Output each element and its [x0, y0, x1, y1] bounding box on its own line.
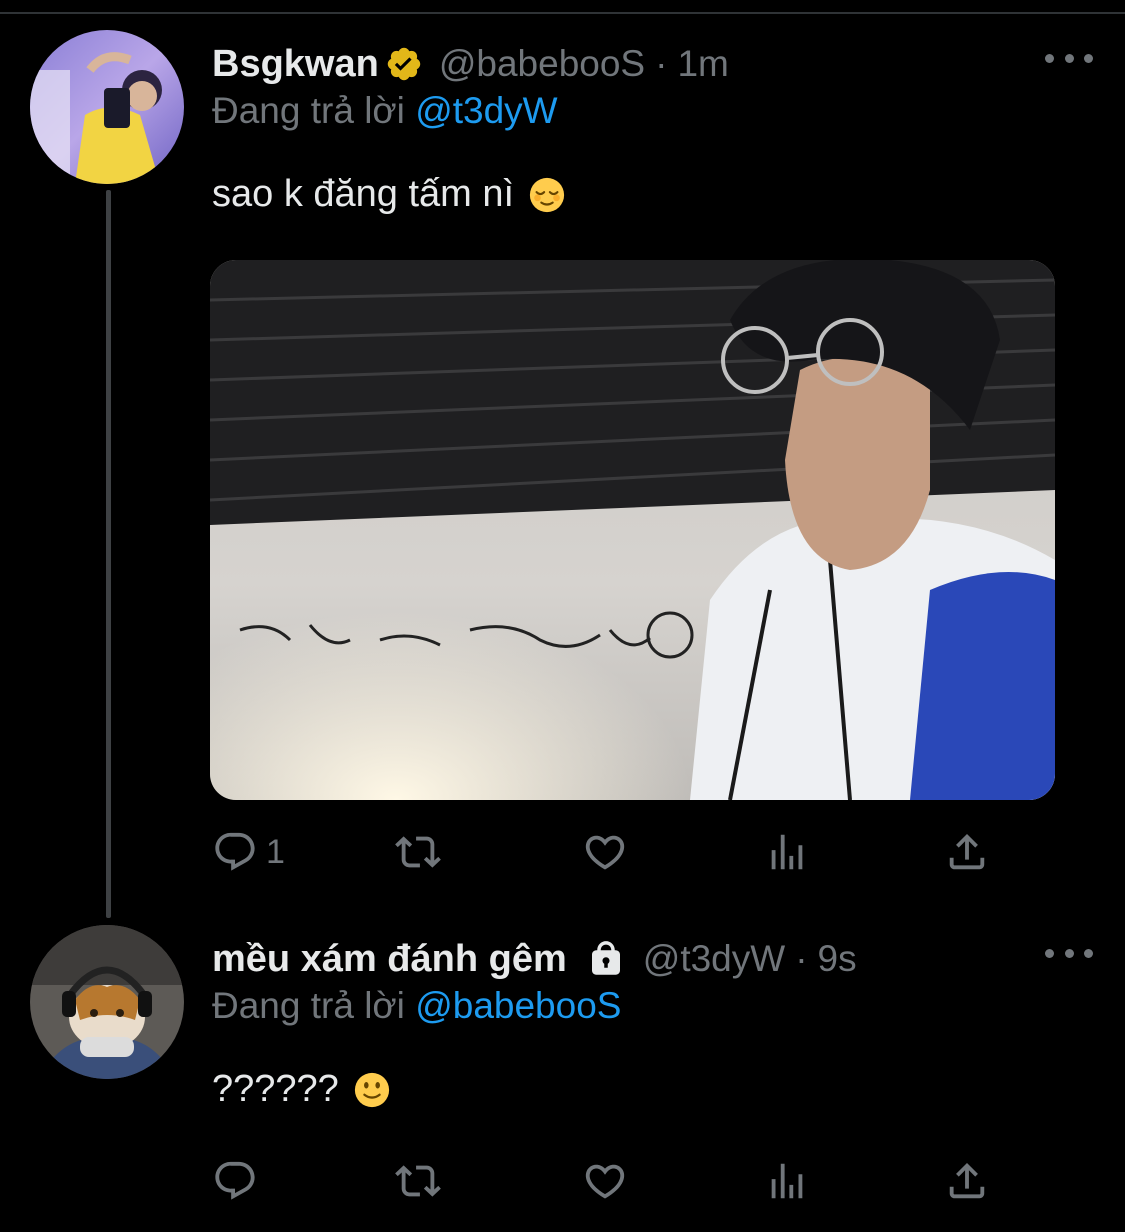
tweet-media-photo[interactable] [210, 260, 1055, 800]
like-button[interactable] [582, 828, 628, 876]
top-divider [0, 12, 1125, 14]
display-name[interactable]: mều xám đánh gêm [212, 938, 567, 981]
more-icon[interactable] [1045, 943, 1093, 963]
separator: · [795, 938, 808, 979]
views-icon [771, 834, 803, 870]
share-icon [949, 1162, 985, 1199]
tweet-header: mều xám đánh gêm @t3dyW · 9s [212, 933, 857, 985]
tweet-text-content: ?????? [212, 1068, 339, 1110]
display-name[interactable]: Bsgkwan [212, 43, 379, 86]
timestamp[interactable]: 1m [677, 43, 728, 85]
tweet-header: Bsgkwan @babebooS · 1m [212, 38, 729, 90]
more-icon[interactable] [1045, 48, 1093, 68]
share-button[interactable] [944, 828, 990, 876]
tweet-2[interactable]: mều xám đánh gêm @t3dyW · 9s Đang trả lờ… [0, 925, 1125, 1225]
reply-icon [215, 832, 255, 871]
tweet-text-content: sao k đăng tấm nì [212, 173, 515, 215]
timestamp[interactable]: 9s [818, 938, 857, 980]
tweet-text: ?????? [212, 1068, 391, 1111]
avatar-image [30, 30, 184, 184]
views-icon [771, 1163, 803, 1199]
reply-context: Đang trả lời @babebooS [212, 985, 621, 1027]
like-icon [585, 835, 625, 870]
avatar[interactable] [30, 30, 184, 184]
tweet-text: sao k đăng tấm nì [212, 173, 566, 216]
handle[interactable]: @babebooS [439, 43, 645, 85]
separator: · [655, 43, 668, 84]
reply-button[interactable]: 1 [212, 828, 285, 876]
action-bar: 1 [212, 828, 1012, 876]
relieved-face-emoji [528, 176, 566, 214]
handle[interactable]: @t3dyW [643, 938, 785, 980]
avatar[interactable] [30, 925, 184, 1079]
slightly-smiling-face-emoji [353, 1071, 391, 1109]
avatar-image [30, 925, 184, 1079]
like-button[interactable] [582, 1157, 628, 1205]
views-button[interactable] [764, 828, 810, 876]
reply-mention-link[interactable]: @babebooS [415, 985, 621, 1026]
retweet-button[interactable] [395, 1157, 441, 1205]
action-bar [212, 1157, 1012, 1205]
retweet-button[interactable] [395, 828, 441, 876]
reply-prefix: Đang trả lời [212, 985, 405, 1026]
reply-mention-link[interactable]: @t3dyW [415, 90, 557, 131]
verified-badge-icon [385, 45, 423, 83]
like-icon [585, 1164, 625, 1199]
retweet-icon [395, 1165, 441, 1197]
reply-context: Đang trả lời @t3dyW [212, 90, 558, 132]
reply-count: 1 [266, 832, 285, 871]
reply-prefix: Đang trả lời [212, 90, 405, 131]
photo-image [210, 260, 1055, 800]
reply-icon [215, 1161, 255, 1200]
lock-icon [585, 938, 627, 980]
retweet-icon [395, 836, 441, 868]
share-icon [949, 833, 985, 870]
share-button[interactable] [944, 1157, 990, 1205]
tweet-1[interactable]: Bsgkwan @babebooS · 1m Đang trả lời @t3d… [0, 30, 1125, 910]
views-button[interactable] [764, 1157, 810, 1205]
reply-button[interactable] [212, 1157, 266, 1205]
